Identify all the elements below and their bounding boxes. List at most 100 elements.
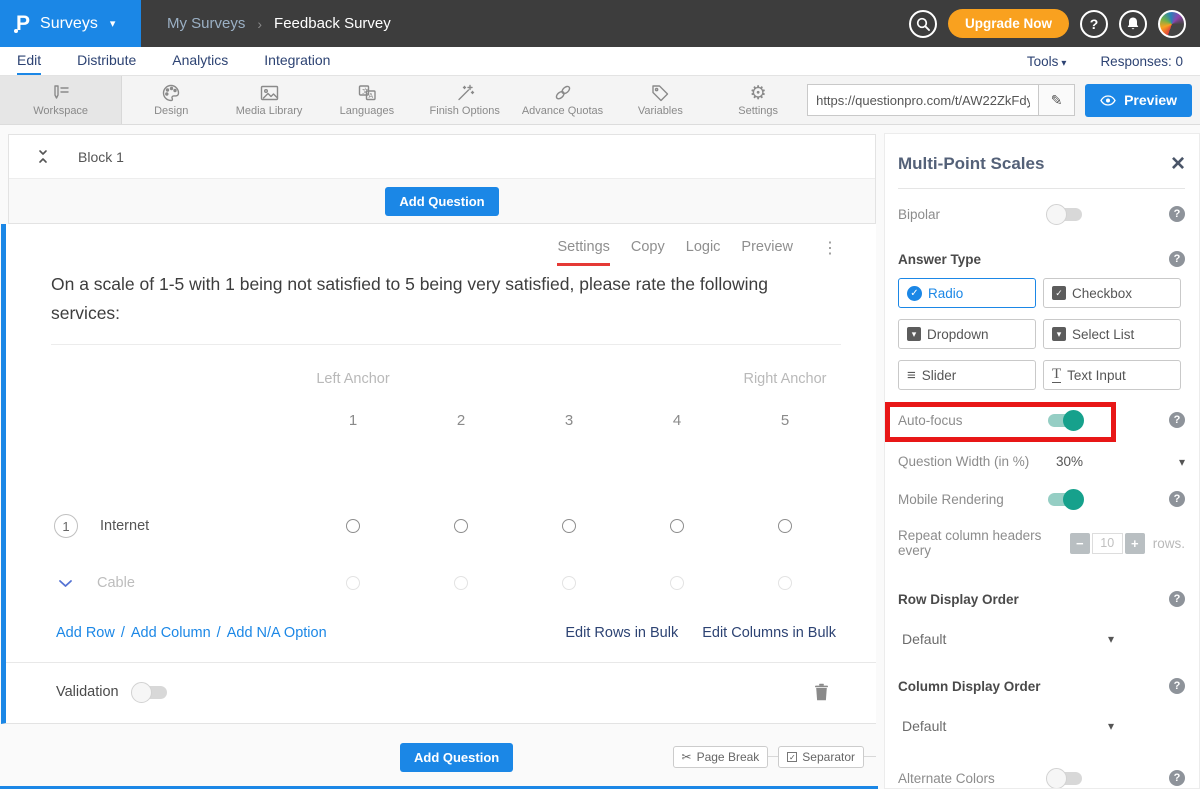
tab-distribute[interactable]: Distribute bbox=[77, 47, 136, 75]
breadcrumb-separator-icon: › bbox=[257, 16, 262, 32]
edit-rows-in-bulk-link[interactable]: Edit Rows in Bulk bbox=[565, 625, 678, 641]
radio-option[interactable] bbox=[562, 519, 576, 533]
search-button[interactable] bbox=[909, 10, 937, 38]
alternate-colors-toggle[interactable] bbox=[1048, 772, 1082, 785]
help-icon[interactable]: ? bbox=[1169, 770, 1185, 786]
tab-integration[interactable]: Integration bbox=[264, 47, 330, 75]
rows-suffix-label: rows. bbox=[1153, 536, 1185, 551]
breadcrumb-my-surveys[interactable]: My Surveys bbox=[167, 15, 245, 32]
question-tab-settings[interactable]: Settings bbox=[557, 239, 609, 266]
toolbar-languages[interactable]: 文 A Languages bbox=[318, 76, 416, 124]
auto-focus-label: Auto-focus bbox=[898, 413, 963, 428]
auto-focus-toggle[interactable] bbox=[1048, 414, 1082, 427]
column-header-row: 1 2 3 4 5 bbox=[54, 412, 876, 429]
column-header[interactable]: 2 bbox=[457, 412, 465, 429]
collapse-block-icon[interactable] bbox=[36, 149, 50, 164]
add-na-option-link[interactable]: Add N/A Option bbox=[227, 625, 327, 641]
answer-type-grid: ✓ Radio ✓ Checkbox ▾ Dropdown ▾ Select L… bbox=[898, 278, 1185, 390]
palette-icon bbox=[161, 83, 181, 103]
workspace-icon bbox=[50, 83, 72, 103]
upgrade-now-button[interactable]: Upgrade Now bbox=[948, 9, 1069, 38]
question-tab-copy[interactable]: Copy bbox=[631, 239, 665, 266]
help-icon[interactable]: ? bbox=[1169, 206, 1185, 222]
tab-analytics[interactable]: Analytics bbox=[172, 47, 228, 75]
answer-type-select-list[interactable]: ▾ Select List bbox=[1043, 319, 1181, 349]
tools-menu[interactable]: Tools▾ bbox=[1027, 54, 1067, 69]
help-icon[interactable]: ? bbox=[1169, 678, 1185, 694]
toolbar-settings[interactable]: ⚙ Settings bbox=[709, 76, 807, 124]
decrement-button[interactable]: − bbox=[1070, 533, 1090, 554]
notifications-button[interactable] bbox=[1119, 10, 1147, 38]
question-tab-preview[interactable]: Preview bbox=[741, 239, 793, 266]
add-row-link[interactable]: Add Row bbox=[56, 625, 115, 641]
add-question-button-bottom[interactable]: Add Question bbox=[400, 743, 513, 772]
checkbox-check-icon: ✓ bbox=[1052, 286, 1066, 300]
survey-url-input[interactable] bbox=[807, 84, 1039, 116]
mobile-rendering-toggle[interactable] bbox=[1048, 493, 1082, 506]
answer-type-dropdown[interactable]: ▾ Dropdown bbox=[898, 319, 1036, 349]
column-header[interactable]: 4 bbox=[673, 412, 681, 429]
row-label[interactable]: Internet bbox=[100, 518, 149, 534]
radio-option-ghost bbox=[670, 576, 684, 590]
chevron-down-icon[interactable]: ▾ bbox=[1179, 455, 1185, 469]
answer-type-checkbox[interactable]: ✓ Checkbox bbox=[1043, 278, 1181, 308]
help-icon[interactable]: ? bbox=[1169, 591, 1185, 607]
bell-icon bbox=[1126, 16, 1140, 31]
help-icon[interactable]: ? bbox=[1169, 491, 1185, 507]
column-header[interactable]: 3 bbox=[565, 412, 573, 429]
separator-button[interactable]: ✓ Separator bbox=[778, 746, 864, 768]
edit-url-button[interactable]: ✎ bbox=[1039, 84, 1075, 116]
matrix-actions: Add Row / Add Column / Add N/A Option Ed… bbox=[6, 625, 876, 641]
repeat-headers-input[interactable] bbox=[1092, 533, 1123, 554]
close-panel-icon[interactable]: × bbox=[1171, 155, 1185, 173]
column-header[interactable]: 5 bbox=[781, 412, 789, 429]
tag-icon bbox=[650, 83, 670, 103]
toolbar-finish-options[interactable]: Finish Options bbox=[416, 76, 514, 124]
delete-question-button[interactable] bbox=[814, 683, 829, 701]
user-avatar[interactable] bbox=[1158, 10, 1186, 38]
edit-columns-in-bulk-link[interactable]: Edit Columns in Bulk bbox=[702, 625, 836, 641]
radio-option[interactable] bbox=[778, 519, 792, 533]
answer-type-text-input[interactable]: T Text Input bbox=[1043, 360, 1181, 390]
right-anchor-field[interactable]: Right Anchor bbox=[743, 371, 826, 387]
question-more-menu-icon[interactable]: ⋮ bbox=[822, 239, 838, 257]
add-question-button-top[interactable]: Add Question bbox=[385, 187, 498, 216]
answer-type-radio[interactable]: ✓ Radio bbox=[898, 278, 1036, 308]
eye-icon bbox=[1100, 95, 1116, 106]
responses-count[interactable]: Responses: 0 bbox=[1100, 54, 1183, 69]
pencil-icon: ✎ bbox=[1051, 92, 1063, 109]
row-label-placeholder[interactable]: Cable bbox=[97, 575, 135, 591]
help-icon[interactable]: ? bbox=[1169, 251, 1185, 267]
help-button[interactable]: ? bbox=[1080, 10, 1108, 38]
left-anchor-field[interactable]: Left Anchor bbox=[316, 371, 389, 387]
page-break-button[interactable]: ✂ Page Break bbox=[673, 746, 769, 768]
question-text[interactable]: On a scale of 1-5 with 1 being not satis… bbox=[6, 266, 876, 344]
column-header[interactable]: 1 bbox=[349, 412, 357, 429]
radio-option[interactable] bbox=[454, 519, 468, 533]
radio-option[interactable] bbox=[346, 519, 360, 533]
row-options-chevron-icon[interactable] bbox=[58, 579, 73, 588]
block-title[interactable]: Block 1 bbox=[78, 149, 124, 165]
preview-button[interactable]: Preview bbox=[1085, 84, 1192, 117]
question-width-value[interactable]: 30% bbox=[1056, 454, 1083, 469]
toolbar-media-library[interactable]: Media Library bbox=[220, 76, 318, 124]
column-display-order-select[interactable]: Default ▾ bbox=[902, 718, 1114, 734]
surveys-product-menu[interactable]: P Surveys ▾ bbox=[0, 0, 141, 47]
toolbar-variables[interactable]: Variables bbox=[611, 76, 709, 124]
answer-type-slider[interactable]: ≡ Slider bbox=[898, 360, 1036, 390]
radio-option[interactable] bbox=[670, 519, 684, 533]
add-column-link[interactable]: Add Column bbox=[131, 625, 211, 641]
question-tab-logic[interactable]: Logic bbox=[686, 239, 721, 266]
toolbar-workspace[interactable]: Workspace bbox=[0, 76, 122, 124]
column-display-order-header: Column Display Order ? bbox=[898, 678, 1185, 694]
chevron-down-icon: ▾ bbox=[1061, 58, 1066, 69]
validation-toggle[interactable] bbox=[133, 686, 167, 699]
bipolar-toggle[interactable] bbox=[1048, 208, 1082, 221]
row-display-order-select[interactable]: Default ▾ bbox=[902, 631, 1114, 647]
validation-row: Validation bbox=[6, 663, 876, 723]
tab-edit[interactable]: Edit bbox=[17, 47, 41, 75]
toolbar-design[interactable]: Design bbox=[122, 76, 220, 124]
increment-button[interactable]: + bbox=[1125, 533, 1145, 554]
toolbar-advance-quotas[interactable]: Advance Quotas bbox=[514, 76, 612, 124]
help-icon[interactable]: ? bbox=[1169, 412, 1185, 428]
